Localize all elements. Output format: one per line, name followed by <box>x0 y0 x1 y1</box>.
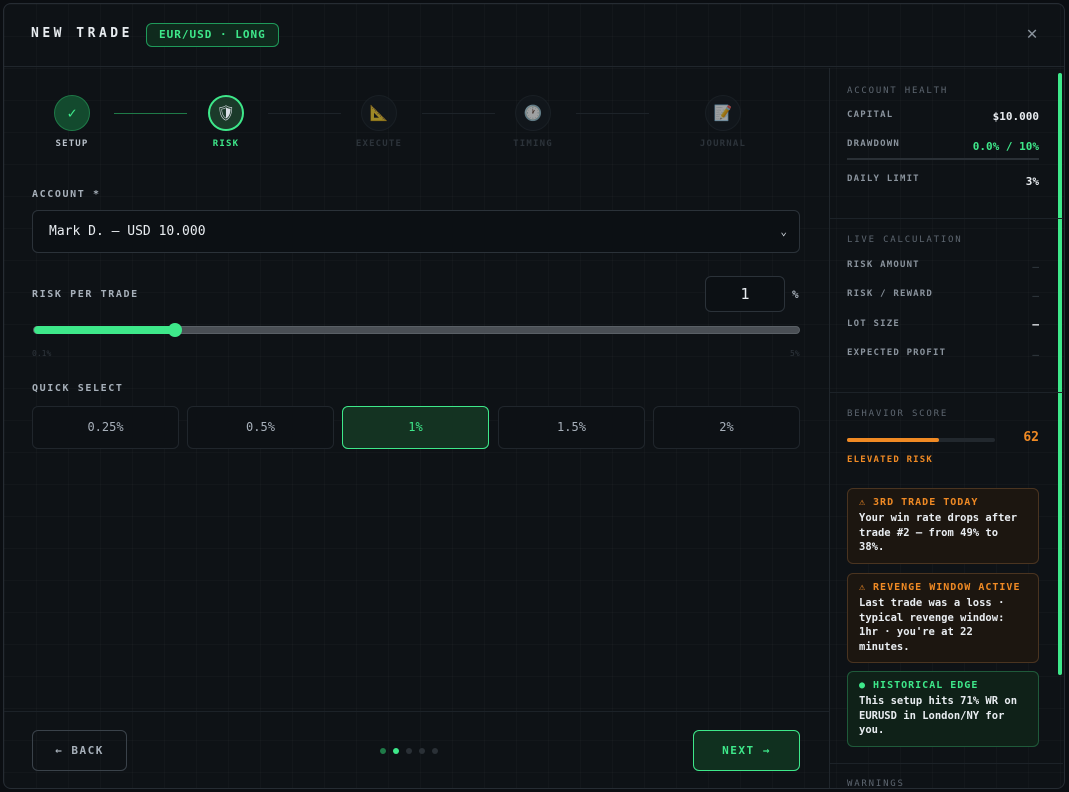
step-risk[interactable]: 🛡 RISK <box>186 95 266 149</box>
divider <box>830 763 1063 764</box>
capital-value: $10.000 <box>992 110 1039 123</box>
alert-title: ⚠ 3RD TRADE TODAY <box>859 497 979 508</box>
alert-card: ⚠ 3RD TRADE TODAY Your win rate drops af… <box>847 488 1039 564</box>
clock-icon: 🕐 <box>515 95 551 131</box>
insight-card: ● HISTORICAL EDGE This setup hits 71% WR… <box>847 671 1039 747</box>
divider <box>830 218 1063 219</box>
account-label: ACCOUNT * <box>32 189 101 200</box>
capital-label: CAPITAL <box>847 110 894 120</box>
account-health-title: ACCOUNT HEALTH <box>847 86 949 96</box>
shield-icon: 🛡 <box>208 95 244 131</box>
page-dot <box>419 748 425 754</box>
insight-title: ● HISTORICAL EDGE <box>859 680 979 691</box>
daily-limit-label: DAILY LIMIT <box>847 174 920 184</box>
expected-profit-value: — <box>1032 348 1039 361</box>
drawdown-bar <box>847 158 1039 160</box>
step-execute[interactable]: 📐 EXECUTE <box>339 95 419 149</box>
step-label: EXECUTE <box>355 139 403 149</box>
memo-icon: 📝 <box>705 95 741 131</box>
quick-select-option[interactable]: 2% <box>653 406 800 449</box>
step-label: RISK <box>212 139 240 149</box>
risk-reward-label: RISK / REWARD <box>847 289 934 299</box>
checkmark-icon: ✓ <box>54 95 90 131</box>
page-dot <box>432 748 438 754</box>
step-timing[interactable]: 🕐 TIMING <box>493 95 573 149</box>
behavior-score-fill <box>847 438 939 442</box>
step-connector <box>422 113 495 114</box>
page-dot <box>393 748 399 754</box>
behavior-score-value: 62 <box>1023 430 1039 445</box>
warnings-title: WARNINGS <box>847 779 905 789</box>
modal-footer: ← BACK NEXT → <box>4 711 829 788</box>
risk-slider[interactable] <box>33 323 800 337</box>
quick-select-label: QUICK SELECT <box>32 383 124 394</box>
scrollbar[interactable] <box>1058 73 1062 675</box>
back-button[interactable]: ← BACK <box>32 730 127 771</box>
pair-badge: EUR/USD · LONG <box>146 23 279 47</box>
slider-fill <box>34 326 175 334</box>
risk-label: RISK PER TRADE <box>32 289 139 300</box>
slider-thumb[interactable] <box>167 323 182 337</box>
step-label: TIMING <box>513 139 553 149</box>
alert-title: ⚠ REVENGE WINDOW ACTIVE <box>859 582 1021 593</box>
risk-reward-value: — <box>1032 289 1039 302</box>
step-label: JOURNAL <box>699 139 747 149</box>
step-connector <box>268 113 341 114</box>
slider-max-label: 5% <box>790 349 800 358</box>
live-calc-title: LIVE CALCULATION <box>847 235 963 245</box>
modal-header: NEW TRADE EUR/USD · LONG ✕ <box>4 4 1064 67</box>
risk-amount-value: — <box>1032 260 1039 273</box>
quick-select-option[interactable]: 0.5% <box>187 406 334 449</box>
step-connector <box>114 113 187 114</box>
account-select[interactable]: Mark D. — USD 10.000 ⌄ <box>32 210 800 253</box>
side-panel: ACCOUNT HEALTH CAPITAL $10.000 DRAWDOWN … <box>829 68 1064 789</box>
page-dot <box>380 748 386 754</box>
account-selected-value: Mark D. — USD 10.000 <box>49 224 206 239</box>
risk-input[interactable] <box>705 276 785 312</box>
alert-card: ⚠ REVENGE WINDOW ACTIVE Last trade was a… <box>847 573 1039 663</box>
page-dots <box>380 748 438 754</box>
behavior-score-bar <box>847 438 995 442</box>
divider <box>830 392 1063 393</box>
drawdown-value: 0.0% / 10% <box>972 140 1039 153</box>
close-icon[interactable]: ✕ <box>1022 24 1042 44</box>
main-panel: ✓ SETUP 🛡 RISK 📐 EXECUTE 🕐 TIMING 📝 JOUR… <box>4 68 829 788</box>
quick-select-option[interactable]: 1.5% <box>498 406 645 449</box>
step-journal[interactable]: 📝 JOURNAL <box>683 95 763 149</box>
risk-amount-label: RISK AMOUNT <box>847 260 920 270</box>
step-setup[interactable]: ✓ SETUP <box>32 95 112 149</box>
drawdown-label: DRAWDOWN <box>847 139 900 149</box>
percent-unit: % <box>792 288 799 301</box>
quick-select-option[interactable]: 0.25% <box>32 406 179 449</box>
modal-title: NEW TRADE <box>31 26 133 41</box>
behavior-status: ELEVATED RISK <box>847 455 934 465</box>
slider-min-label: 0.1% <box>32 349 52 358</box>
next-button[interactable]: NEXT → <box>693 730 800 771</box>
alert-body: Last trade was a loss · typical revenge … <box>859 597 1005 653</box>
quick-select-option[interactable]: 1% <box>342 406 489 449</box>
lot-size-value: — <box>1032 318 1039 331</box>
triangle-ruler-icon: 📐 <box>361 95 397 131</box>
chevron-down-icon: ⌄ <box>780 225 787 238</box>
step-connector <box>576 113 649 114</box>
alert-body: Your win rate drops after trade #2 — fro… <box>859 512 1018 553</box>
lot-size-label: LOT SIZE <box>847 319 900 329</box>
behavior-score-title: BEHAVIOR SCORE <box>847 409 949 419</box>
expected-profit-label: EXPECTED PROFIT <box>847 348 947 358</box>
daily-limit-value: 3% <box>1025 175 1039 188</box>
insight-body: This setup hits 71% WR on EURUSD in Lond… <box>859 695 1018 736</box>
new-trade-modal: NEW TRADE EUR/USD · LONG ✕ ✓ SETUP 🛡 RIS… <box>3 3 1065 789</box>
step-label: SETUP <box>55 139 89 149</box>
page-dot <box>406 748 412 754</box>
